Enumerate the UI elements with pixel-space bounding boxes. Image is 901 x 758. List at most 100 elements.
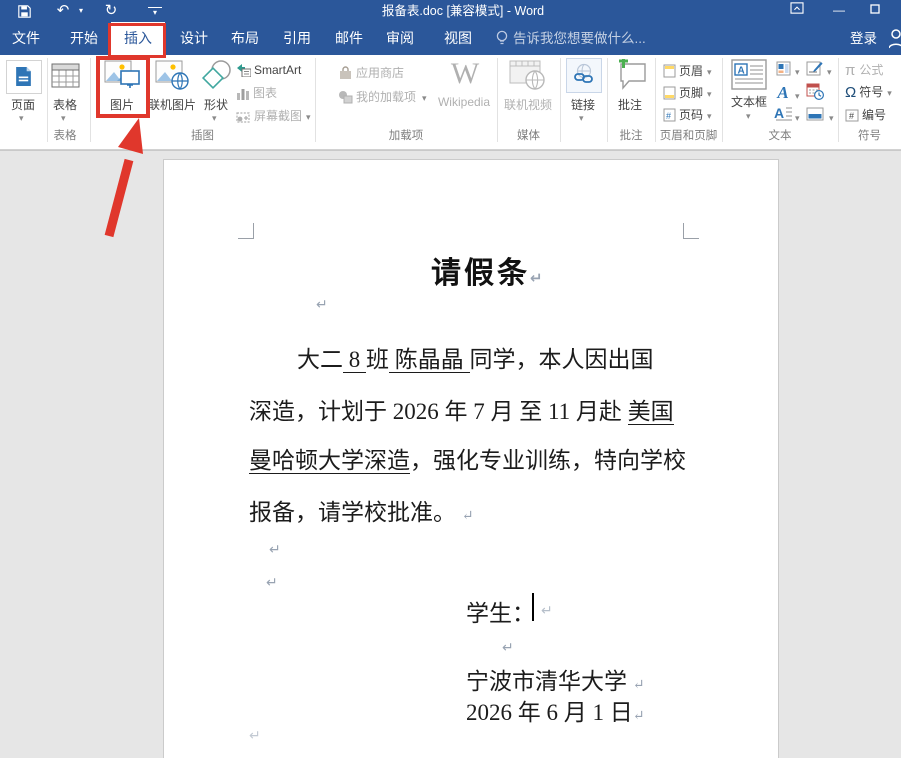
screenshot-dropdown-icon: [306, 109, 311, 123]
margin-crop-mark-top-right: [683, 223, 699, 239]
date-time-button[interactable]: [806, 83, 824, 103]
table-button[interactable]: [51, 63, 80, 91]
smartart-icon: [236, 63, 251, 82]
undo-dropdown-icon[interactable]: ▾: [76, 0, 86, 22]
my-addins-label: 我的加载项: [356, 90, 416, 104]
tab-file[interactable]: 文件: [2, 22, 50, 55]
symbol-button[interactable]: Ω符号: [845, 83, 892, 101]
equation-button[interactable]: π公式: [845, 61, 883, 79]
my-addins-button[interactable]: 我的加载项: [338, 88, 427, 106]
tell-me-lightbulb-icon: [495, 30, 509, 52]
signature-student-line: 学生：: [466, 594, 535, 628]
tab-insert[interactable]: 插入: [111, 22, 165, 55]
online-video-button-label[interactable]: 联机视频: [500, 96, 556, 113]
paragraph-mark-icon: ↵: [462, 509, 474, 524]
wikipedia-icon[interactable]: W: [437, 57, 493, 91]
document-page[interactable]: 请假条↵ ↵ 大二 8 班 陈晶晶 同学，本人因出国 深造，计划于 2026 年…: [163, 159, 779, 758]
tell-me-box[interactable]: 告诉我您想要做什么...: [513, 22, 646, 55]
svg-text:A: A: [738, 66, 745, 77]
maximize-icon[interactable]: [862, 0, 888, 22]
tab-mailings[interactable]: 邮件: [325, 22, 373, 55]
pictures-button[interactable]: [104, 59, 142, 94]
group-label-table: 表格: [43, 129, 87, 144]
tab-view[interactable]: 视图: [434, 22, 482, 55]
group-label-addins: 加载项: [315, 129, 497, 144]
screenshot-button[interactable]: 屏幕截图: [236, 107, 311, 125]
object-button[interactable]: [806, 107, 824, 124]
window-title: 报备表.doc [兼容模式] - Word: [283, 0, 643, 22]
sign-in-link[interactable]: 登录: [850, 22, 877, 55]
page-number-button[interactable]: #页码: [663, 106, 712, 124]
online-video-button[interactable]: [508, 59, 548, 95]
footer-button[interactable]: 页脚: [663, 84, 712, 102]
text-cursor: [532, 593, 534, 621]
svg-text:A: A: [774, 105, 784, 121]
wikipedia-button-label[interactable]: Wikipedia: [432, 95, 496, 109]
link-button[interactable]: [566, 58, 602, 93]
qat-customize-icon[interactable]: ▾: [148, 7, 162, 20]
smartart-button[interactable]: SmartArt: [236, 61, 301, 79]
drop-cap-button[interactable]: A: [774, 105, 792, 124]
footer-dropdown-icon: [707, 86, 712, 100]
my-addins-icon: [338, 90, 353, 109]
smartart-label: SmartArt: [254, 63, 301, 77]
pages-icon: [15, 66, 32, 90]
tab-references[interactable]: 引用: [273, 22, 321, 55]
chart-button[interactable]: 图表: [236, 84, 277, 102]
wordart-dropdown-icon: [795, 91, 800, 100]
paragraph-mark-icon: ↵: [633, 678, 645, 693]
minimize-icon[interactable]: —: [826, 0, 852, 22]
text-box-button[interactable]: A: [731, 59, 767, 93]
tab-review[interactable]: 审阅: [376, 22, 424, 55]
redo-icon[interactable]: ↻: [102, 0, 120, 22]
pages-button-label: 页面: [1, 96, 45, 113]
save-icon[interactable]: [14, 0, 34, 22]
page-number-dropdown-icon: [707, 108, 712, 122]
account-person-icon[interactable]: [889, 29, 901, 54]
signature-school-line: 宁波市清华大学 ↵: [466, 662, 644, 696]
signature-line-dropdown-icon: [827, 67, 832, 76]
svg-text:#: #: [849, 111, 854, 121]
online-pictures-button[interactable]: [155, 59, 189, 94]
ribbon-insert: 页面 表格 表格 图片 联机图片 形状 SmartArt 图表: [0, 55, 901, 150]
shapes-button-label: 形状: [194, 96, 238, 113]
pages-dropdown-icon: [19, 113, 24, 122]
store-button[interactable]: 应用商店: [338, 64, 404, 82]
tab-design[interactable]: 设计: [170, 22, 218, 55]
link-button-label: 链接: [561, 96, 605, 113]
table-dropdown-icon: [61, 113, 66, 122]
signature-line-button[interactable]: [806, 60, 823, 80]
chart-icon: [236, 87, 250, 105]
pages-button[interactable]: [6, 60, 42, 94]
document-heading: 请假条↵: [431, 248, 546, 292]
comment-button-label: 批注: [608, 96, 652, 113]
undo-icon[interactable]: ↶: [54, 0, 72, 22]
shapes-button[interactable]: [201, 60, 234, 93]
quick-parts-button[interactable]: [776, 61, 791, 79]
wordart-icon[interactable]: A: [776, 83, 790, 103]
group-label-links: [560, 129, 607, 144]
paragraph-mark-icon: ↵: [502, 639, 514, 656]
header-icon: [663, 64, 676, 83]
numbering-button[interactable]: # 编号: [845, 106, 886, 124]
drop-cap-dropdown-icon: [795, 113, 800, 122]
ribbon-display-options-icon[interactable]: [784, 0, 810, 22]
document-canvas: 请假条↵ ↵ 大二 8 班 陈晶晶 同学，本人因出国 深造，计划于 2026 年…: [0, 150, 901, 758]
header-dropdown-icon: [707, 64, 712, 78]
header-button[interactable]: 页眉: [663, 62, 712, 80]
text-box-button-label: 文本框: [726, 93, 772, 110]
table-button-label: 表格: [43, 96, 87, 113]
comment-button[interactable]: [613, 59, 648, 95]
tab-home[interactable]: 开始: [60, 22, 108, 55]
ribbon-tab-row: 文件 开始 插入 设计 布局 引用 邮件 审阅 视图 告诉我您想要做什么... …: [0, 22, 901, 55]
title-bar: ↶ ▾ ↻ ▾ 报备表.doc [兼容模式] - Word —: [0, 0, 901, 22]
online-pictures-button-label: 联机图片: [146, 96, 198, 113]
shapes-dropdown-icon: [212, 113, 217, 122]
screenshot-label: 屏幕截图: [254, 109, 302, 123]
paragraph-mark-icon: ↵: [316, 296, 328, 313]
tab-layout[interactable]: 布局: [221, 22, 269, 55]
numbering-label: 编号: [862, 108, 886, 122]
chart-label: 图表: [253, 86, 277, 100]
group-label-illustrations: 插图: [90, 129, 315, 144]
my-addins-dropdown-icon: [422, 90, 427, 104]
